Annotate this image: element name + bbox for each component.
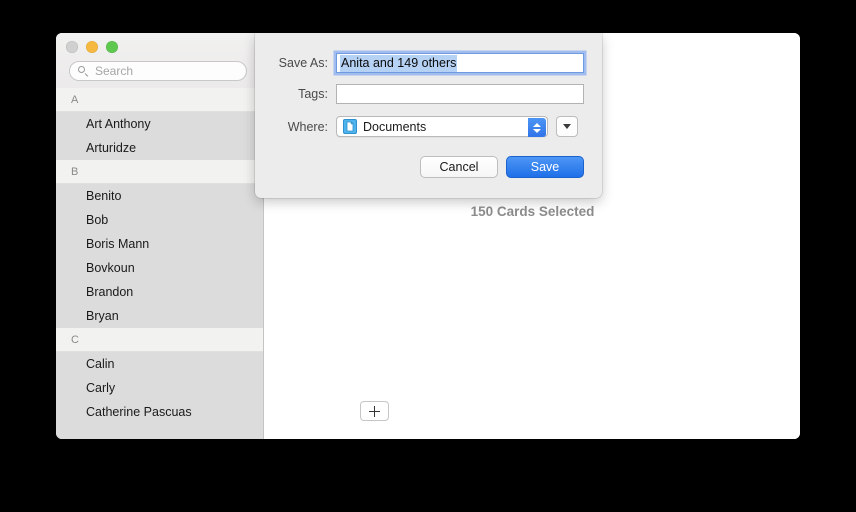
where-stepper-arrows[interactable] — [528, 118, 546, 137]
tags-row: Tags: — [266, 84, 584, 104]
where-value: Documents — [363, 119, 427, 134]
where-label: Where: — [287, 119, 328, 134]
search-placeholder: Search — [95, 64, 134, 78]
section-letter: B — [71, 165, 79, 178]
contact-list[interactable]: A Art Anthony Arturidze B Benito Bob Boris Man… — [56, 88, 263, 439]
close-button-icon[interactable] — [66, 41, 78, 53]
save-as-input[interactable]: Anita and 149 others — [336, 53, 584, 73]
save-as-label: Save As: — [278, 56, 328, 70]
contact-name: Brandon — [86, 285, 134, 299]
contact-list-item[interactable]: Carly — [56, 376, 263, 400]
save-as-row: Save As: Anita and 149 others — [266, 53, 584, 73]
sidebar: Search A Art Anthony Arturidze B Benito Bob Bo… — [56, 33, 264, 439]
contact-list-item[interactable]: Bob — [56, 208, 263, 232]
cancel-button[interactable]: Cancel — [420, 156, 498, 178]
traffic-lights — [66, 41, 118, 53]
chevron-down-icon — [563, 124, 571, 129]
save-button[interactable]: Save — [506, 156, 584, 178]
save-as-value: Anita and 149 others — [340, 54, 458, 72]
chevron-down-icon — [533, 128, 541, 133]
contact-name: Calin — [86, 357, 115, 371]
contact-name: Bob — [86, 213, 109, 227]
window-titlebar: Search — [56, 33, 263, 88]
sheet-button-group: Cancel Save — [420, 156, 584, 178]
expand-browser-button[interactable] — [556, 116, 578, 137]
plus-icon — [369, 405, 380, 417]
where-popup-button[interactable]: Documents — [336, 116, 548, 137]
contact-section-header: A — [56, 88, 263, 112]
contact-name: Boris Mann — [86, 237, 150, 251]
tags-label: Tags: — [298, 87, 328, 101]
contact-list-item[interactable]: Catherine Pascuas — [56, 400, 263, 424]
contact-list-item[interactable]: Benito — [56, 184, 263, 208]
contact-name: Benito — [86, 189, 122, 203]
minimize-button-icon[interactable] — [86, 41, 98, 53]
contact-name: Bryan — [86, 309, 119, 323]
section-letter: A — [71, 93, 79, 106]
contact-name: Arturidze — [86, 141, 137, 155]
section-letter: C — [71, 333, 79, 346]
contact-name: Bovkoun — [86, 261, 135, 275]
contact-list-item[interactable]: Boris Mann — [56, 232, 263, 256]
tags-input[interactable] — [336, 84, 584, 104]
add-contact-button[interactable] — [360, 401, 389, 421]
contact-list-item[interactable]: Bryan — [56, 304, 263, 328]
contact-name: Catherine Pascuas — [86, 405, 192, 419]
search-icon — [78, 65, 89, 77]
zoom-button-icon[interactable] — [106, 41, 118, 53]
contact-list-item[interactable]: Brandon — [56, 280, 263, 304]
contact-section-header: C — [56, 328, 263, 352]
chevron-up-icon — [533, 122, 541, 127]
search-input[interactable]: Search — [69, 61, 247, 81]
contact-name: Carly — [86, 381, 116, 395]
where-row: Where: Documents — [266, 116, 578, 137]
contact-list-item[interactable]: Arturidze — [56, 136, 263, 160]
contact-list-item[interactable]: Bovkoun — [56, 256, 263, 280]
contact-list-item[interactable]: Calin — [56, 352, 263, 376]
contact-list-item[interactable]: Art Anthony — [56, 112, 263, 136]
save-dialog-sheet: Save As: Anita and 149 others Tags: Wher… — [255, 33, 602, 198]
documents-folder-icon — [343, 119, 357, 134]
cards-selected-label: 150 Cards Selected — [470, 204, 595, 219]
contact-section-header: B — [56, 160, 263, 184]
contact-name: Art Anthony — [86, 117, 151, 131]
